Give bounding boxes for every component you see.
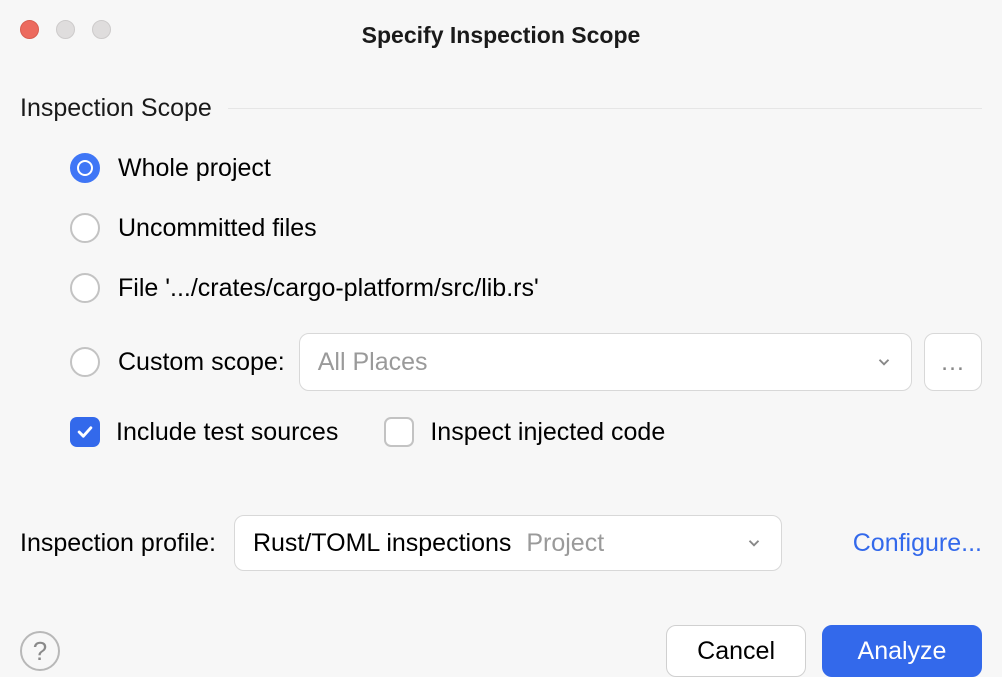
radio-custom-scope[interactable] <box>70 347 100 377</box>
dialog-footer: ? Cancel Analyze <box>20 625 982 677</box>
maximize-window-button[interactable] <box>92 20 111 39</box>
dialog-content: Inspection Scope Whole project Uncommitt… <box>0 94 1002 677</box>
inspection-profile-dropdown[interactable]: Rust/TOML inspections Project <box>234 515 782 571</box>
button-label: Cancel <box>697 637 775 666</box>
analyze-button[interactable]: Analyze <box>822 625 982 677</box>
radio-whole-project[interactable]: Whole project <box>70 153 982 183</box>
checkbox-unchecked-icon <box>384 417 414 447</box>
profile-name: Rust/TOML inspections <box>253 529 511 557</box>
custom-scope-dropdown[interactable]: All Places <box>299 333 912 391</box>
radio-icon <box>70 153 100 183</box>
radio-icon <box>70 273 100 303</box>
button-label: Analyze <box>858 637 947 666</box>
chevron-down-icon <box>745 534 763 552</box>
footer-buttons: Cancel Analyze <box>666 625 982 677</box>
dropdown-value: All Places <box>318 348 428 377</box>
radio-uncommitted-files[interactable]: Uncommitted files <box>70 213 982 243</box>
dropdown-text: Rust/TOML inspections Project <box>253 529 604 558</box>
cancel-button[interactable]: Cancel <box>666 625 806 677</box>
radio-custom-scope-row: Custom scope: All Places … <box>70 333 982 391</box>
inspect-injected-code-checkbox[interactable]: Inspect injected code <box>384 417 665 447</box>
radio-label: File '.../crates/cargo-platform/src/lib.… <box>118 274 539 303</box>
checkbox-row: Include test sources Inspect injected co… <box>20 417 982 447</box>
help-icon: ? <box>33 636 47 667</box>
divider <box>228 108 982 109</box>
inspection-profile-row: Inspection profile: Rust/TOML inspection… <box>20 515 982 571</box>
close-window-button[interactable] <box>20 20 39 39</box>
minimize-window-button[interactable] <box>56 20 75 39</box>
dialog-title: Specify Inspection Scope <box>0 8 1002 49</box>
scope-radio-group: Whole project Uncommitted files File '..… <box>20 153 982 391</box>
checkbox-label: Inspect injected code <box>430 418 665 447</box>
radio-file[interactable]: File '.../crates/cargo-platform/src/lib.… <box>70 273 982 303</box>
radio-label: Uncommitted files <box>118 214 317 243</box>
titlebar: Specify Inspection Scope <box>0 0 1002 56</box>
checkbox-label: Include test sources <box>116 418 338 447</box>
profile-modifier: Project <box>526 529 604 557</box>
configure-link[interactable]: Configure... <box>853 529 982 558</box>
chevron-down-icon <box>875 353 893 371</box>
ellipsis-icon: … <box>940 348 966 377</box>
scope-legend: Inspection Scope <box>20 94 212 123</box>
radio-label: Whole project <box>118 154 271 183</box>
help-button[interactable]: ? <box>20 631 60 671</box>
window-controls <box>20 20 111 39</box>
radio-icon <box>70 213 100 243</box>
profile-label: Inspection profile: <box>20 529 216 558</box>
custom-scope-browse-button[interactable]: … <box>924 333 982 391</box>
scope-fieldset-header: Inspection Scope <box>20 94 982 123</box>
radio-label: Custom scope: <box>118 348 285 377</box>
include-test-sources-checkbox[interactable]: Include test sources <box>70 417 338 447</box>
checkbox-checked-icon <box>70 417 100 447</box>
